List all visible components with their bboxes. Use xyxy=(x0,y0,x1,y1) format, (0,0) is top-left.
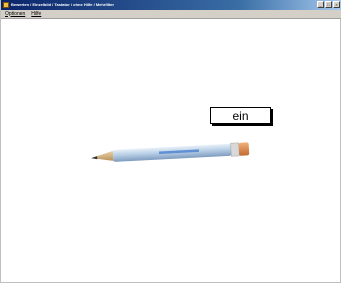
pencil-image xyxy=(91,142,250,162)
app-window: Bewerten / Einzelbild / Tastatur / ohne … xyxy=(0,0,341,283)
title-bar[interactable]: Bewerten / Einzelbild / Tastatur / ohne … xyxy=(1,0,341,10)
close-icon: × xyxy=(335,2,338,7)
pencil-tip xyxy=(91,150,114,161)
maximize-button[interactable]: □ xyxy=(325,1,332,8)
pencil-lead xyxy=(91,156,98,160)
pencil-ferrule xyxy=(230,142,240,157)
window-title: Bewerten / Einzelbild / Tastatur / ohne … xyxy=(11,2,115,7)
app-icon[interactable] xyxy=(3,2,9,8)
window-controls: _ □ × xyxy=(317,1,340,8)
menu-optionen[interactable]: Optionen xyxy=(5,10,25,19)
menu-hilfe[interactable]: Hilfe xyxy=(31,10,41,19)
close-button[interactable]: × xyxy=(333,1,340,8)
word-card[interactable]: ein xyxy=(210,107,271,124)
minimize-icon: _ xyxy=(319,2,322,7)
minimize-button[interactable]: _ xyxy=(317,1,324,8)
menu-bar: Optionen Hilfe xyxy=(1,10,341,19)
pencil-eraser xyxy=(238,142,250,156)
maximize-icon: □ xyxy=(327,2,330,7)
